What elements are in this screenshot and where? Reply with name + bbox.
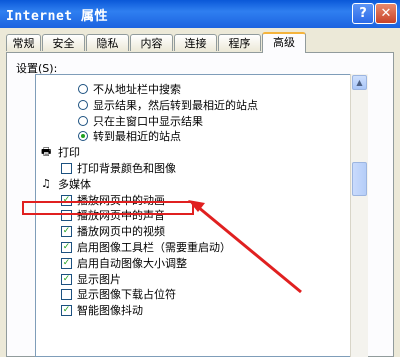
red-arrow-icon (188, 200, 302, 294)
tab-advanced[interactable]: 高级 (262, 32, 306, 53)
